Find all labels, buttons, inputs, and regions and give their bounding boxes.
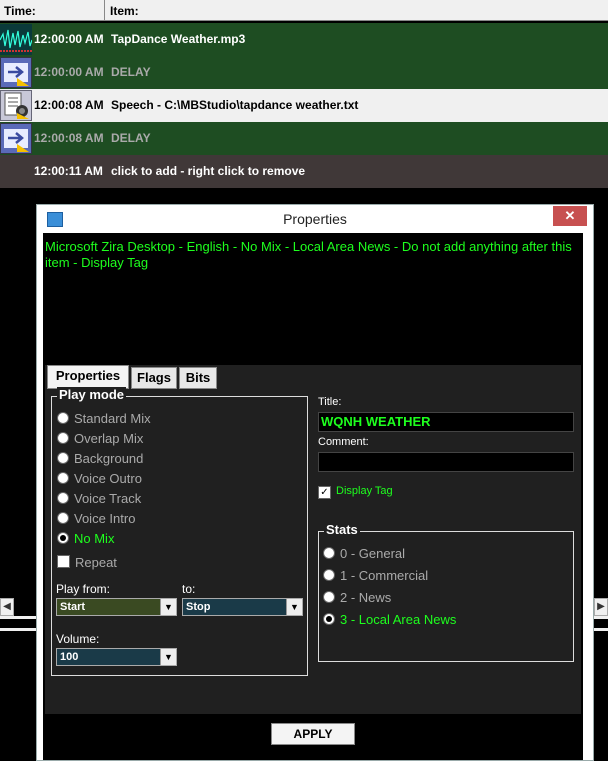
tab-properties[interactable]: Properties <box>47 365 129 389</box>
play-mode-group: Play mode Standard Mix Overlap Mix Backg… <box>51 387 308 676</box>
play-mode-title: Play mode <box>57 387 127 402</box>
item-description: Microsoft Zira Desktop - English - No Mi… <box>45 239 572 270</box>
tab-bits[interactable]: Bits <box>179 367 217 389</box>
radio-stats-local-area-news[interactable]: 3 - Local Area News <box>323 612 456 627</box>
row-item: Speech - C:\MBStudio\tapdance weather.tx… <box>111 98 359 112</box>
playlist-row[interactable]: 12:00:08 AM DELAY <box>0 122 608 155</box>
row-item: DELAY <box>111 65 151 79</box>
to-label: to: <box>182 582 196 596</box>
row-time: 12:00:08 AM <box>34 131 104 145</box>
apply-button[interactable]: APPLY <box>271 723 355 745</box>
comment-input[interactable] <box>318 452 574 472</box>
window-body: Microsoft Zira Desktop - English - No Mi… <box>43 233 583 760</box>
play-from-label: Play from: <box>56 582 111 596</box>
radio-overlap-mix[interactable]: Overlap Mix <box>57 431 143 446</box>
chevron-down-icon: ▼ <box>160 599 176 615</box>
window-icon <box>47 212 63 227</box>
radio-stats-news[interactable]: 2 - News <box>323 590 391 605</box>
radio-stats-commercial[interactable]: 1 - Commercial <box>323 568 428 583</box>
volume-label: Volume: <box>56 632 100 646</box>
playlist-row[interactable]: 12:00:08 AM Speech - C:\MBStudio\tapdanc… <box>0 89 608 122</box>
row-item: click to add - right click to remove <box>111 164 306 178</box>
stats-title: Stats <box>324 522 360 537</box>
scroll-left-button[interactable]: ◀ <box>0 598 14 616</box>
scroll-right-button[interactable]: ▶ <box>594 598 608 616</box>
playlist-row[interactable]: 12:00:00 AM TapDance Weather.mp3 <box>0 23 608 56</box>
radio-standard-mix[interactable]: Standard Mix <box>57 411 151 426</box>
window-title: Properties <box>283 211 347 227</box>
waveform-icon <box>0 24 33 55</box>
properties-window: Properties ✕ Microsoft Zira Desktop - En… <box>36 204 594 761</box>
radio-voice-track[interactable]: Voice Track <box>57 491 141 506</box>
arrow-right-icon <box>0 57 32 88</box>
title-label: Title: <box>318 396 342 408</box>
arrow-right-icon <box>0 123 32 154</box>
radio-voice-intro[interactable]: Voice Intro <box>57 511 135 526</box>
stats-group: Stats 0 - General 1 - Commercial 2 - New… <box>318 522 574 662</box>
close-button[interactable]: ✕ <box>553 206 587 226</box>
play-from-select[interactable]: Start ▼ <box>56 598 177 616</box>
volume-select[interactable]: 100 ▼ <box>56 648 177 666</box>
to-select[interactable]: Stop ▼ <box>182 598 303 616</box>
chevron-down-icon: ▼ <box>160 649 176 665</box>
playlist-header: Time: Item: <box>0 0 608 21</box>
row-time: 12:00:11 AM <box>34 164 103 178</box>
item-column-header[interactable]: Item: <box>106 0 608 20</box>
time-column-header[interactable]: Time: <box>0 0 105 20</box>
display-tag-checkbox[interactable]: ✓ Display Tag <box>318 485 393 499</box>
speech-document-icon <box>0 90 32 121</box>
row-time: 12:00:00 AM <box>34 65 104 79</box>
title-input[interactable]: WQNH WEATHER <box>318 412 574 432</box>
tab-bar: Properties Flags Bits <box>45 365 581 389</box>
properties-panel: Play mode Standard Mix Overlap Mix Backg… <box>45 387 581 714</box>
add-item-row[interactable]: 12:00:11 AM click to add - right click t… <box>0 155 608 188</box>
playlist-row[interactable]: 12:00:00 AM DELAY <box>0 56 608 89</box>
row-item: DELAY <box>111 131 151 145</box>
tab-flags[interactable]: Flags <box>131 367 177 389</box>
repeat-checkbox[interactable]: Repeat <box>57 555 117 570</box>
radio-stats-general[interactable]: 0 - General <box>323 546 405 561</box>
row-item: TapDance Weather.mp3 <box>111 32 246 46</box>
radio-no-mix[interactable]: No Mix <box>57 531 114 546</box>
row-time: 12:00:00 AM <box>34 32 104 46</box>
chevron-down-icon: ▼ <box>286 599 302 615</box>
row-time: 12:00:08 AM <box>34 98 104 112</box>
radio-background[interactable]: Background <box>57 451 143 466</box>
radio-voice-outro[interactable]: Voice Outro <box>57 471 142 486</box>
comment-label: Comment: <box>318 436 369 448</box>
check-icon: ✓ <box>318 486 331 499</box>
